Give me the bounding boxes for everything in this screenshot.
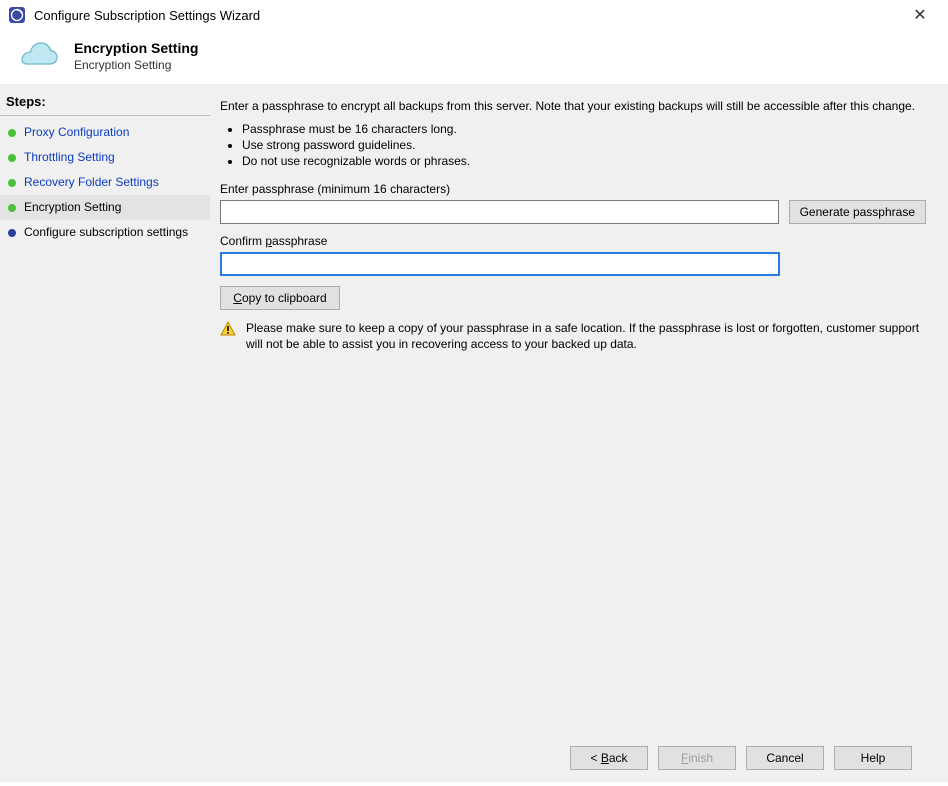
button-label: Finish (681, 751, 713, 765)
wizard-footer: < Back Finish Cancel Help (0, 734, 948, 782)
titlebar: Configure Subscription Settings Wizard ✕ (0, 0, 948, 30)
steps-sidebar: Steps: Proxy Configuration Throttling Se… (0, 84, 210, 734)
app-icon (8, 6, 26, 24)
page-title: Encryption Setting (74, 40, 198, 56)
cancel-button[interactable]: Cancel (746, 746, 824, 770)
copy-to-clipboard-button[interactable]: Copy to clipboard (220, 286, 340, 310)
button-label: Help (861, 751, 886, 765)
step-recovery-folder-settings[interactable]: Recovery Folder Settings (0, 170, 210, 195)
content-pane: Enter a passphrase to encrypt all backup… (210, 84, 948, 734)
confirm-passphrase-input[interactable] (220, 252, 780, 276)
step-label: Encryption Setting (24, 200, 121, 215)
cloud-icon (16, 40, 60, 72)
step-done-icon (8, 129, 16, 137)
generate-passphrase-button[interactable]: Generate passphrase (789, 200, 926, 224)
step-label: Recovery Folder Settings (24, 175, 159, 190)
step-configure-subscription-settings[interactable]: Configure subscription settings (0, 220, 210, 245)
enter-passphrase-input[interactable] (220, 200, 779, 224)
page-subtitle: Encryption Setting (74, 58, 198, 72)
button-label: Copy to clipboard (233, 291, 326, 305)
requirement-item: Use strong password guidelines. (242, 138, 926, 152)
requirement-item: Do not use recognizable words or phrases… (242, 154, 926, 168)
intro-text: Enter a passphrase to encrypt all backup… (220, 98, 920, 114)
button-label: Cancel (766, 751, 803, 765)
step-done-icon (8, 154, 16, 162)
requirements-list: Passphrase must be 16 characters long. U… (242, 122, 926, 168)
step-current-icon (8, 204, 16, 212)
back-button[interactable]: < Back (570, 746, 648, 770)
warning-text: Please make sure to keep a copy of your … (246, 320, 920, 352)
button-label: < Back (590, 751, 627, 765)
step-proxy-configuration[interactable]: Proxy Configuration (0, 120, 210, 145)
step-done-icon (8, 179, 16, 187)
step-todo-icon (8, 229, 16, 237)
finish-button[interactable]: Finish (658, 746, 736, 770)
steps-header: Steps: (0, 90, 210, 116)
warning-icon (220, 321, 236, 337)
step-label: Proxy Configuration (24, 125, 129, 140)
enter-passphrase-label: Enter passphrase (minimum 16 characters) (220, 182, 926, 196)
button-label: Generate passphrase (800, 205, 915, 219)
requirement-item: Passphrase must be 16 characters long. (242, 122, 926, 136)
confirm-passphrase-label: Confirm passphrase (220, 234, 926, 248)
wizard-header: Encryption Setting Encryption Setting (0, 30, 948, 84)
step-throttling-setting[interactable]: Throttling Setting (0, 145, 210, 170)
close-icon[interactable]: ✕ (900, 2, 940, 28)
window-title: Configure Subscription Settings Wizard (34, 8, 900, 23)
step-label: Configure subscription settings (24, 225, 188, 240)
help-button[interactable]: Help (834, 746, 912, 770)
step-encryption-setting[interactable]: Encryption Setting (0, 195, 210, 220)
step-label: Throttling Setting (24, 150, 115, 165)
